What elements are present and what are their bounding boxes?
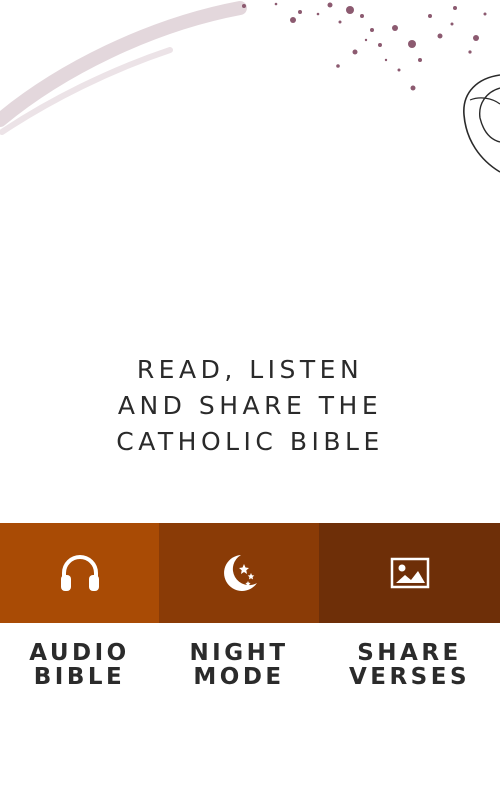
feature-label-night: NIGHT MODE <box>189 641 288 689</box>
moon-stars-icon <box>224 555 257 591</box>
background-decoration <box>0 1 500 173</box>
feature-label-share: SHARE VERSES <box>349 641 470 689</box>
tagline-line-2: AND SHARE THE <box>117 391 383 420</box>
paint-splatter <box>242 2 487 91</box>
image-icon <box>390 557 429 589</box>
feature-label-line: VERSES <box>348 664 471 690</box>
feature-label-line: MODE <box>193 664 285 690</box>
tagline: READ, LISTEN AND SHARE THE CATHOLIC BIBL… <box>0 352 500 460</box>
headphones-icon <box>60 555 99 591</box>
feature-tile-audio[interactable] <box>0 523 159 623</box>
feature-row: AUDIO BIBLE NIGHT MODE SHARE VERSES <box>0 523 500 689</box>
feature-label-line: AUDIO <box>29 640 130 666</box>
feature-tile-night[interactable] <box>159 523 319 623</box>
feature-tile-share[interactable] <box>319 523 500 623</box>
feature-label-audio: AUDIO BIBLE <box>29 641 129 689</box>
tagline-line-1: READ, LISTEN <box>136 355 364 384</box>
feature-label-line: SHARE <box>357 640 462 666</box>
feature-night-mode[interactable]: NIGHT MODE <box>159 523 319 689</box>
feature-audio-bible[interactable]: AUDIO BIBLE <box>0 523 159 689</box>
tagline-line-3: CATHOLIC BIBLE <box>116 427 384 456</box>
feature-label-line: NIGHT <box>189 640 289 666</box>
feature-label-line: BIBLE <box>33 664 126 690</box>
feature-share-verses[interactable]: SHARE VERSES <box>319 523 500 689</box>
